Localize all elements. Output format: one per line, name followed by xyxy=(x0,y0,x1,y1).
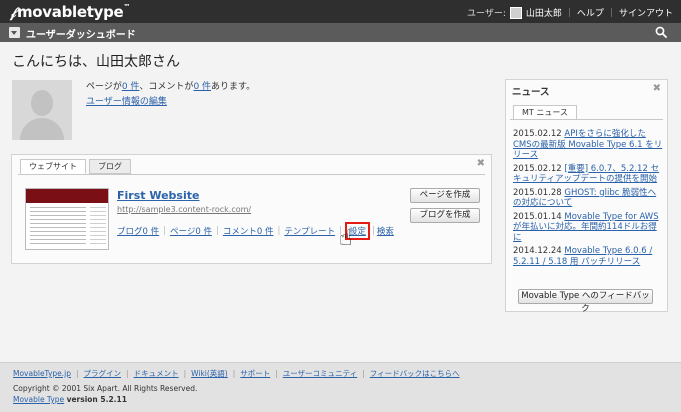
feedback-button[interactable]: Movable Type へのフィードバック xyxy=(518,289,653,314)
profile-summary: ページが0 件、コメントが0 件あります。 ユーザー情報の編集 xyxy=(86,80,255,110)
user-nav: ユーザー: 山田太郎 | ヘルプ | サインアウト xyxy=(467,6,673,19)
version-text: version 5.2.11 xyxy=(66,395,127,404)
create-blog-button[interactable]: ブログを作成 xyxy=(410,208,480,223)
version-line: Movable Type version 5.2.11 xyxy=(13,395,127,404)
footer-link-feedback[interactable]: フィードバックはこちらへ xyxy=(370,368,460,379)
comments-prefix: 、コメントが xyxy=(139,82,194,92)
footer-link-support[interactable]: サポート xyxy=(240,368,270,379)
site-thumbnail[interactable] xyxy=(25,188,109,250)
product-link[interactable]: Movable Type xyxy=(13,395,64,404)
site-url-link[interactable]: http://sample3.content-rock.com/ xyxy=(117,205,251,214)
pages-link[interactable]: ページ0 件 xyxy=(170,225,212,237)
footer-link-community[interactable]: ユーザーコミュニティ xyxy=(283,368,357,379)
news-date: 2014.12.24 xyxy=(513,246,562,256)
footer: MovableType.jp | プラグイン | ドキュメント | Wiki(英… xyxy=(0,362,681,412)
user-label: ユーザー: xyxy=(467,9,506,19)
dashboard-bar: ユーザーダッシュボード xyxy=(0,23,681,42)
news-date: 2015.02.12 xyxy=(513,163,562,174)
footer-link-docs[interactable]: ドキュメント xyxy=(134,368,179,379)
logo-mark-icon: 𝒻 xyxy=(10,5,16,21)
tab-mt-news[interactable]: MT ニュース xyxy=(513,105,577,120)
logo-text: movabletype xyxy=(16,3,124,21)
create-page-button[interactable]: ページを作成 xyxy=(410,188,480,203)
signout-link[interactable]: サインアウト xyxy=(619,6,673,19)
search-link[interactable]: 検索 xyxy=(377,225,394,237)
footer-links: MovableType.jp | プラグイン | ドキュメント | Wiki(英… xyxy=(13,368,460,379)
news-date: 2015.01.14 xyxy=(513,211,562,222)
news-date: 2015.01.28 xyxy=(513,187,562,198)
close-icon[interactable]: ✖ xyxy=(653,83,661,94)
templates-link[interactable]: テンプレート xyxy=(284,225,335,237)
footer-link-movabletype[interactable]: MovableType.jp xyxy=(13,369,71,378)
summary-suffix: あります。 xyxy=(211,82,256,92)
copyright-text: Copyright © 2001 Six Apart. All Rights R… xyxy=(13,384,198,393)
help-link[interactable]: ヘルプ xyxy=(577,6,604,19)
tab-blogs[interactable]: ブログ xyxy=(89,159,131,174)
pages-prefix: ページが xyxy=(86,82,122,92)
top-header: 𝒻movabletype™ ユーザー: 山田太郎 | ヘルプ | サインアウト xyxy=(0,0,681,23)
news-title: ニュース xyxy=(512,87,550,98)
dashboard-title: ユーザーダッシュボード xyxy=(26,30,136,41)
greeting-heading: こんにちは、山田太郎さん xyxy=(12,54,180,70)
user-name-link[interactable]: 山田太郎 xyxy=(526,6,562,19)
footer-link-wiki[interactable]: Wiki(英語) xyxy=(191,368,228,379)
news-date: 2015.02.12 xyxy=(513,129,562,139)
user-avatar-icon[interactable] xyxy=(509,6,522,19)
site-name-link[interactable]: First Website xyxy=(117,189,199,202)
websites-widget: ウェブサイト ブログ ✖ First Website http://sample… xyxy=(11,154,492,264)
comments-link[interactable]: コメント0 件 xyxy=(223,225,274,237)
news-list: 2015.02.12 APIをさらに強化したCMSの最新版 Movable Ty… xyxy=(513,129,663,270)
news-item: 2015.01.14 Movable Type for AWS が年払いに対応。… xyxy=(513,212,663,244)
tab-websites[interactable]: ウェブサイト xyxy=(20,159,86,174)
news-item: 2015.01.28 GHOST: glibc 脆弱性への対応について xyxy=(513,188,663,209)
menu-toggle-icon[interactable] xyxy=(9,27,20,38)
news-widget: ニュース ✖ MT ニュース 2015.02.12 APIをさらに強化したCMS… xyxy=(505,79,668,314)
user-photo xyxy=(12,80,72,140)
news-item: 2015.02.12 [重要] 6.0.7、5.2.12 セキュリティアップデー… xyxy=(513,164,663,185)
comments-count-link[interactable]: 0 件 xyxy=(193,82,211,92)
blogs-link[interactable]: ブログ0 件 xyxy=(117,225,159,237)
footer-link-plugins[interactable]: プラグイン xyxy=(84,368,122,379)
search-icon[interactable] xyxy=(655,26,667,38)
close-icon[interactable]: ✖ xyxy=(477,158,485,169)
pointer-hand-icon: ☝ xyxy=(339,226,353,251)
news-item: 2014.12.24 Movable Type 6.0.6 / 5.2.11 /… xyxy=(513,246,663,267)
news-item: 2015.02.12 APIをさらに強化したCMSの最新版 Movable Ty… xyxy=(513,129,663,161)
movabletype-logo[interactable]: 𝒻movabletype™ xyxy=(10,3,130,21)
pages-count-link[interactable]: 0 件 xyxy=(122,82,140,92)
edit-profile-link[interactable]: ユーザー情報の編集 xyxy=(86,97,167,107)
